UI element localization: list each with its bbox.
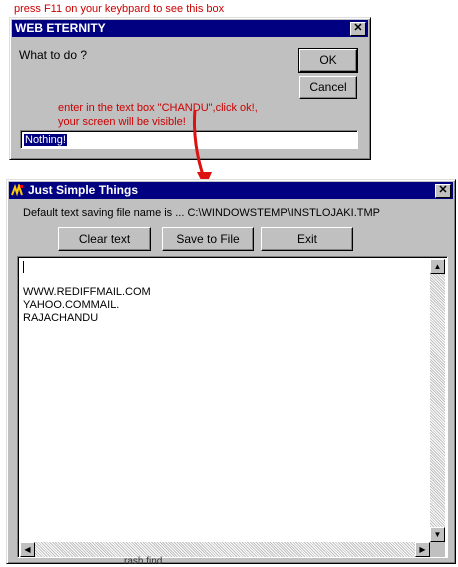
dialog-title-bar[interactable]: WEB ETERNITY ✕ [12, 20, 368, 37]
just-simple-things-window: Just Simple Things ✕ Default text saving… [6, 179, 456, 564]
exit-button[interactable]: Exit [261, 227, 353, 251]
scroll-down-icon: ▼ [433, 530, 442, 539]
text-line [23, 260, 151, 273]
scroll-left-button[interactable]: ◀ [20, 542, 35, 557]
cancel-button[interactable]: Cancel [299, 76, 357, 99]
scrollbar-corner [430, 542, 445, 557]
dialog-close-button[interactable]: ✕ [350, 22, 366, 36]
scroll-down-button[interactable]: ▼ [430, 527, 445, 542]
scroll-right-icon: ▶ [419, 545, 426, 554]
app-title: Just Simple Things [28, 183, 139, 197]
text-area-content: WWW.REDIFFMAIL.COM YAHOO.COMMAIL. RAJACH… [23, 260, 151, 325]
text-line: YAHOO.COMMAIL. [23, 299, 120, 311]
text-area[interactable]: WWW.REDIFFMAIL.COM YAHOO.COMMAIL. RAJACH… [17, 256, 448, 558]
background-text-fragment: rash find [124, 556, 163, 567]
save-to-file-button[interactable]: Save to File [162, 227, 254, 251]
vertical-scrollbar[interactable] [430, 259, 445, 542]
scroll-up-button[interactable]: ▲ [430, 259, 445, 274]
app-close-button[interactable]: ✕ [435, 184, 451, 198]
input-selected-text: Nothing! [24, 134, 67, 146]
text-line: WWW.REDIFFMAIL.COM [23, 286, 151, 298]
close-icon: ✕ [353, 22, 363, 34]
scroll-right-button[interactable]: ▶ [415, 542, 430, 557]
app-icon [11, 182, 24, 197]
ok-button[interactable]: OK [298, 48, 358, 73]
dialog-title: WEB ETERNITY [15, 21, 106, 35]
close-icon: ✕ [438, 184, 448, 196]
scroll-up-icon: ▲ [433, 262, 442, 271]
text-line [23, 273, 151, 286]
scroll-left-icon: ◀ [24, 545, 31, 554]
app-title-bar[interactable]: Just Simple Things ✕ [9, 182, 453, 199]
dialog-prompt: What to do ? [19, 48, 88, 62]
instruction-line-2: your screen will be visible! [58, 116, 186, 128]
text-line: RAJACHANDU [23, 312, 99, 324]
clear-text-button[interactable]: Clear text [58, 227, 151, 251]
top-annotation: press F11 on your keybpard to see this b… [14, 3, 225, 15]
instruction-line-1: enter in the text box "CHANDU",click ok!… [58, 102, 258, 114]
horizontal-scrollbar[interactable] [20, 542, 430, 557]
default-file-info: Default text saving file name is ... C:\… [23, 207, 380, 219]
